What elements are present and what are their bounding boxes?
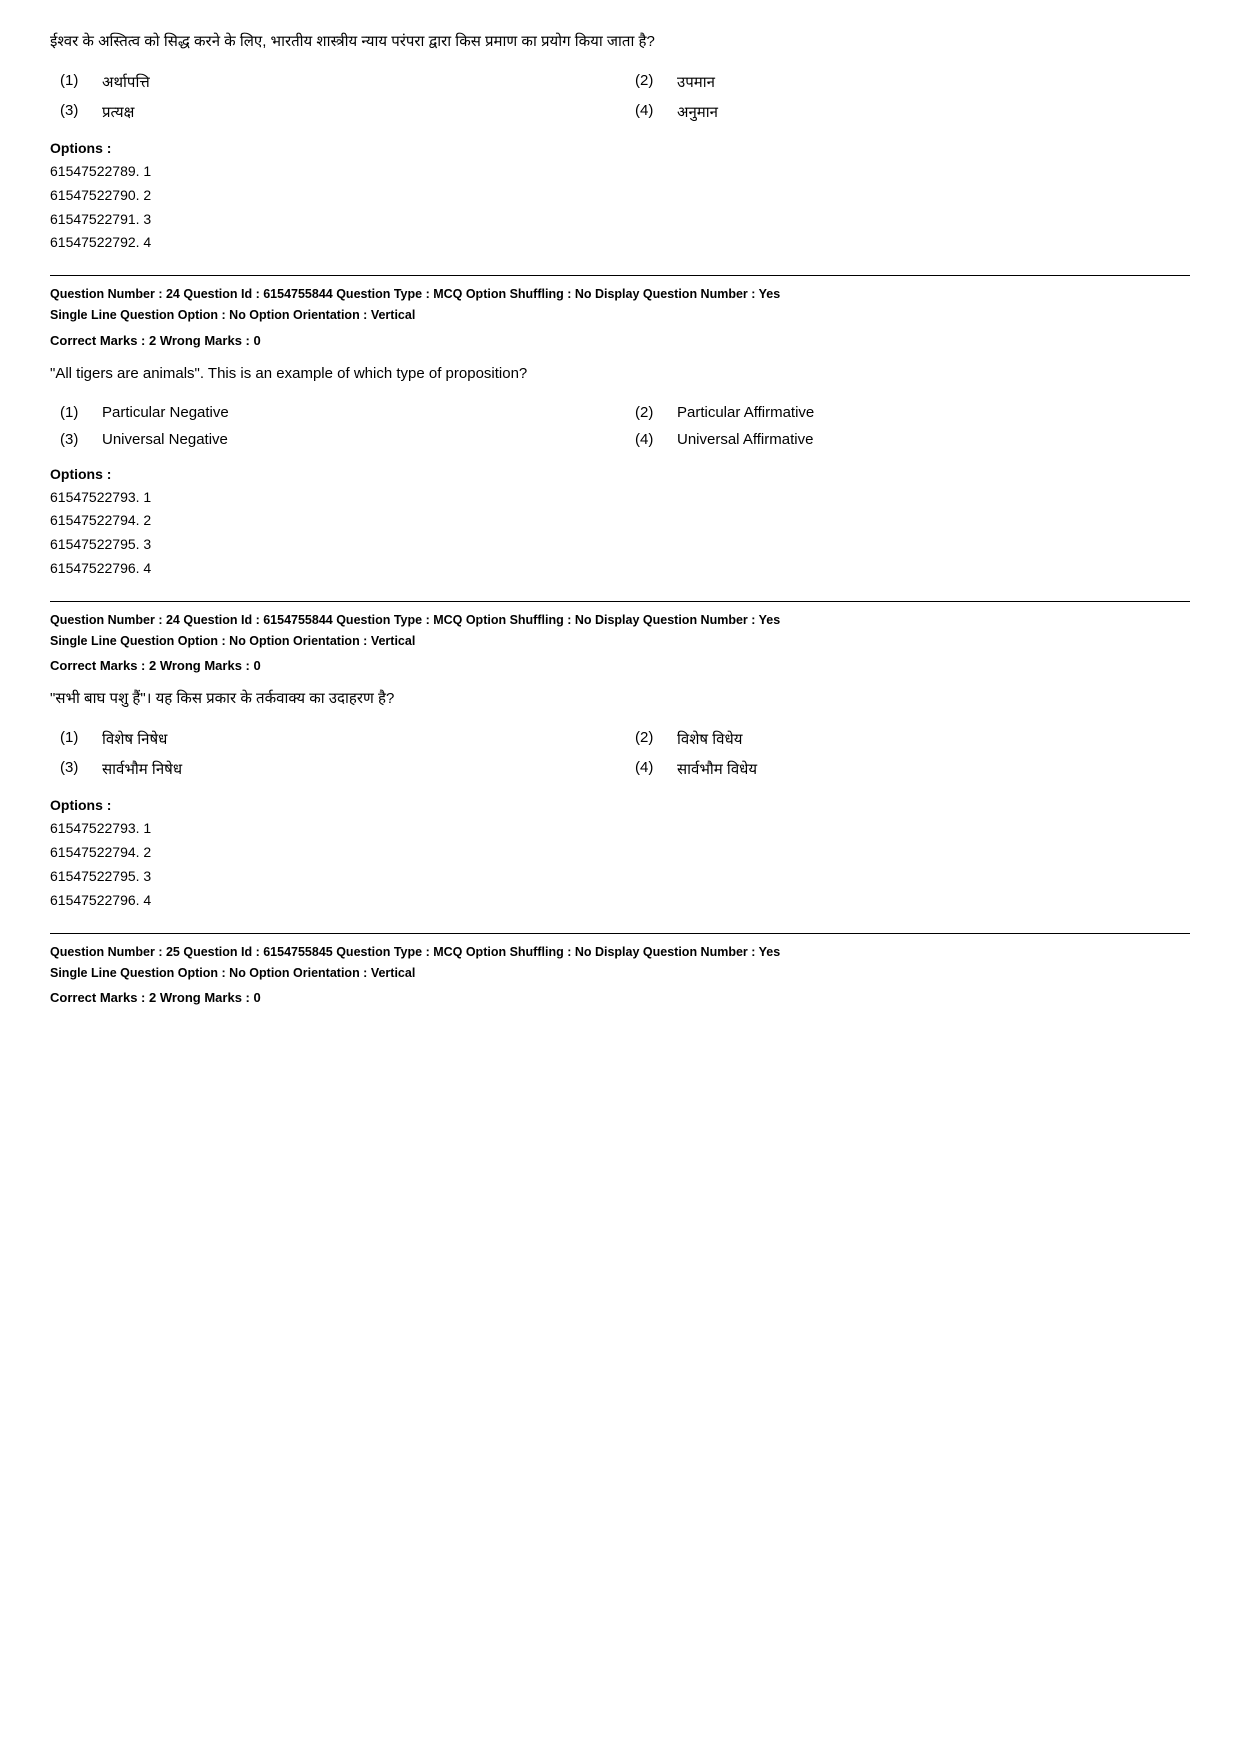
option-number: (2) [635, 404, 665, 421]
options-label: Options : [50, 140, 1190, 156]
list-item: (1) विशेष निषेध [60, 729, 615, 749]
option-text: Particular Affirmative [677, 404, 814, 421]
option-number: (1) [60, 729, 90, 746]
q24-hi-block: Question Number : 24 Question Id : 61547… [50, 601, 1190, 913]
meta-line2: Single Line Question Option : No Option … [50, 631, 1190, 652]
option-id: 61547522795. 3 [50, 865, 1190, 889]
top-question-text: ईश्वर के अस्तित्व को सिद्ध करने के लिए, … [50, 30, 1190, 54]
option-id: 61547522794. 2 [50, 509, 1190, 533]
option-text: उपमान [677, 72, 715, 92]
option-number: (2) [635, 72, 665, 89]
list-item: (1) Particular Negative [60, 404, 615, 421]
option-number: (4) [635, 431, 665, 448]
option-id: 61547522789. 1 [50, 160, 1190, 184]
list-item: (2) Particular Affirmative [635, 404, 1190, 421]
q24-en-options-ids-section: Options : 61547522793. 1 61547522794. 2 … [50, 466, 1190, 581]
option-id: 61547522795. 3 [50, 533, 1190, 557]
q24-hi-options-grid: (1) विशेष निषेध (2) विशेष विधेय (3) सार्… [50, 729, 1190, 779]
option-text: अनुमान [677, 102, 718, 122]
q24-en-question-text: "All tigers are animals". This is an exa… [50, 362, 1190, 386]
q25-meta: Question Number : 25 Question Id : 61547… [50, 933, 1190, 985]
meta-line1: Question Number : 24 Question Id : 61547… [50, 284, 1190, 305]
option-id: 61547522793. 1 [50, 486, 1190, 510]
meta-line2: Single Line Question Option : No Option … [50, 963, 1190, 984]
q24-en-options-grid: (1) Particular Negative (2) Particular A… [50, 404, 1190, 448]
option-id: 61547522790. 2 [50, 184, 1190, 208]
option-text: सार्वभौम विधेय [677, 759, 757, 779]
q24-en-meta: Question Number : 24 Question Id : 61547… [50, 275, 1190, 327]
option-number: (4) [635, 759, 665, 776]
meta-line1: Question Number : 25 Question Id : 61547… [50, 942, 1190, 963]
list-item: (2) विशेष विधेय [635, 729, 1190, 749]
option-number: (3) [60, 431, 90, 448]
option-number: (3) [60, 102, 90, 119]
list-item: (1) अर्थापत्ति [60, 72, 615, 92]
list-item: (3) सार्वभौम निषेध [60, 759, 615, 779]
option-number: (3) [60, 759, 90, 776]
option-text: Universal Affirmative [677, 431, 813, 448]
option-text: सार्वभौम निषेध [102, 759, 182, 779]
options-label: Options : [50, 797, 1190, 813]
list-item: (3) प्रत्यक्ष [60, 102, 615, 122]
q25-block: Question Number : 25 Question Id : 61547… [50, 933, 1190, 1006]
option-id: 61547522794. 2 [50, 841, 1190, 865]
q24-hi-question-text: "सभी बाघ पशु हैं"। यह किस प्रकार के तर्क… [50, 687, 1190, 711]
option-text: Universal Negative [102, 431, 228, 448]
option-number: (1) [60, 72, 90, 89]
correct-marks: Correct Marks : 2 Wrong Marks : 0 [50, 990, 1190, 1005]
option-number: (1) [60, 404, 90, 421]
list-item: (2) उपमान [635, 72, 1190, 92]
top-question-block: ईश्वर के अस्तित्व को सिद्ध करने के लिए, … [50, 30, 1190, 255]
list-item: (3) Universal Negative [60, 431, 615, 448]
option-id: 61547522791. 3 [50, 208, 1190, 232]
list-item: (4) सार्वभौम विधेय [635, 759, 1190, 779]
option-id: 61547522796. 4 [50, 889, 1190, 913]
correct-marks: Correct Marks : 2 Wrong Marks : 0 [50, 658, 1190, 673]
meta-line2: Single Line Question Option : No Option … [50, 305, 1190, 326]
option-number: (4) [635, 102, 665, 119]
option-number: (2) [635, 729, 665, 746]
option-id: 61547522793. 1 [50, 817, 1190, 841]
list-item: (4) अनुमान [635, 102, 1190, 122]
correct-marks: Correct Marks : 2 Wrong Marks : 0 [50, 333, 1190, 348]
option-text: विशेष विधेय [677, 729, 742, 749]
top-options-grid: (1) अर्थापत्ति (2) उपमान (3) प्रत्यक्ष (… [50, 72, 1190, 122]
option-text: Particular Negative [102, 404, 229, 421]
q24-hi-meta: Question Number : 24 Question Id : 61547… [50, 601, 1190, 653]
option-text: विशेष निषेध [102, 729, 167, 749]
q24-hi-options-ids-section: Options : 61547522793. 1 61547522794. 2 … [50, 797, 1190, 912]
option-id: 61547522796. 4 [50, 557, 1190, 581]
option-text: प्रत्यक्ष [102, 102, 134, 122]
option-text: अर्थापत्ति [102, 72, 150, 92]
q24-en-block: Question Number : 24 Question Id : 61547… [50, 275, 1190, 581]
top-options-ids-section: Options : 61547522789. 1 61547522790. 2 … [50, 140, 1190, 255]
list-item: (4) Universal Affirmative [635, 431, 1190, 448]
options-label: Options : [50, 466, 1190, 482]
meta-line1: Question Number : 24 Question Id : 61547… [50, 610, 1190, 631]
option-id: 61547522792. 4 [50, 231, 1190, 255]
